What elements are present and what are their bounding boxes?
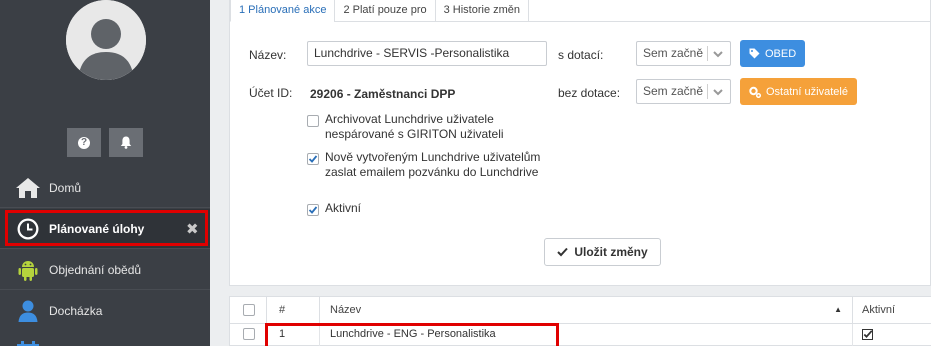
- help-icon: ?: [78, 136, 90, 149]
- send-invite-checkbox[interactable]: [307, 153, 319, 165]
- with-subsidy-select[interactable]: Sem začně: [636, 41, 731, 66]
- sidebar-item-attendance[interactable]: Docházka: [0, 291, 210, 331]
- send-invite-checkbox-label: Nově vytvořeným Lunchdrive uživatelům za…: [325, 150, 541, 179]
- tag-icon: [749, 48, 760, 59]
- sidebar-item-lunch-orders[interactable]: Objednání obědů: [0, 250, 210, 290]
- calendar-icon: [17, 338, 39, 346]
- home-icon: [15, 176, 41, 200]
- scheduled-action-panel: 1 Plánované akce 2 Platí pouze pro 3 His…: [229, 0, 931, 286]
- tab-scheduled-actions[interactable]: 1 Plánované akce: [230, 0, 336, 22]
- active-checkbox-label: Aktivní: [325, 201, 362, 215]
- tab-bar: 1 Plánované akce 2 Platí pouze pro 3 His…: [230, 0, 530, 22]
- column-header-name[interactable]: Název ▲: [320, 297, 853, 324]
- row-checkbox[interactable]: [243, 328, 255, 340]
- sidebar-item-label: Objednání obědů: [49, 263, 142, 277]
- row-number: 1: [267, 324, 320, 346]
- tasks-table: # Název ▲ Aktivní 1 Lunchdrive - ENG - P…: [229, 296, 931, 346]
- chevron-down-icon: [711, 85, 725, 99]
- avatar[interactable]: [66, 0, 146, 80]
- row-name[interactable]: Lunchdrive - ENG - Personalistika: [320, 324, 853, 346]
- obed-button[interactable]: OBED: [740, 40, 806, 67]
- user-silhouette-icon: [66, 0, 146, 80]
- save-changes-button[interactable]: Uložit změny: [544, 238, 661, 266]
- close-icon[interactable]: ✖: [186, 220, 199, 238]
- account-id-label: Účet ID:: [249, 86, 293, 100]
- select-all-checkbox[interactable]: [243, 304, 255, 316]
- sidebar-item-label: Domů: [49, 181, 82, 195]
- column-header-number[interactable]: #: [267, 297, 320, 324]
- select-value: Sem začně: [643, 84, 704, 98]
- tab-applies-only-to[interactable]: 2 Platí pouze pro: [334, 0, 436, 22]
- name-input[interactable]: Lunchdrive - SERVIS -Personalistika: [307, 41, 547, 66]
- sidebar: ? Domů Plánované úlohy ✖ Objednání obědů…: [0, 0, 210, 346]
- save-changes-label: Uložit změny: [574, 245, 648, 259]
- cogs-icon: [749, 86, 761, 98]
- column-header-active[interactable]: Aktivní: [853, 297, 931, 324]
- tab-change-history[interactable]: 3 Historie změn: [434, 0, 530, 22]
- clock-icon: [15, 217, 41, 241]
- name-label: Název:: [249, 48, 287, 62]
- sidebar-item-label: Docházka: [49, 304, 103, 318]
- sidebar-item-scheduled-tasks[interactable]: Plánované úlohy ✖: [0, 209, 210, 249]
- checkmark-icon: [308, 206, 318, 214]
- sidebar-item-label: Plánované úlohy: [49, 222, 145, 236]
- select-divider: [707, 46, 708, 61]
- row-active-cell: [853, 324, 931, 346]
- select-all-header: [230, 297, 267, 324]
- notifications-button[interactable]: [109, 128, 143, 157]
- with-subsidy-label: s dotací:: [558, 48, 604, 62]
- main-content: 1 Plánované akce 2 Platí pouze pro 3 His…: [210, 0, 931, 346]
- checked-box-icon: [862, 329, 873, 340]
- select-value: Sem začně: [643, 46, 704, 60]
- obed-button-label: OBED: [765, 47, 797, 60]
- without-subsidy-select[interactable]: Sem začně: [636, 79, 731, 104]
- user-icon: [15, 299, 41, 323]
- archive-checkbox[interactable]: [307, 115, 319, 127]
- other-users-button[interactable]: Ostatní uživatelé: [740, 78, 857, 105]
- account-id-value: 29206 - Zaměstnanci DPP: [310, 87, 456, 101]
- other-users-label: Ostatní uživatelé: [766, 85, 848, 98]
- bell-icon: [120, 136, 132, 149]
- checkmark-icon: [308, 155, 318, 163]
- help-button[interactable]: ?: [67, 128, 101, 157]
- check-icon: [557, 247, 569, 257]
- archive-checkbox-label: Archivovat Lunchdrive uživatele nespárov…: [325, 112, 504, 141]
- select-divider: [707, 84, 708, 99]
- sort-asc-icon: ▲: [834, 305, 842, 314]
- chevron-down-icon: [711, 47, 725, 61]
- android-icon: [15, 258, 41, 282]
- sidebar-item-home[interactable]: Domů: [0, 168, 210, 208]
- active-checkbox[interactable]: [307, 204, 319, 216]
- without-subsidy-label: bez dotace:: [558, 86, 621, 100]
- column-header-name-label: Název: [330, 304, 362, 316]
- row-select-cell: [230, 324, 267, 346]
